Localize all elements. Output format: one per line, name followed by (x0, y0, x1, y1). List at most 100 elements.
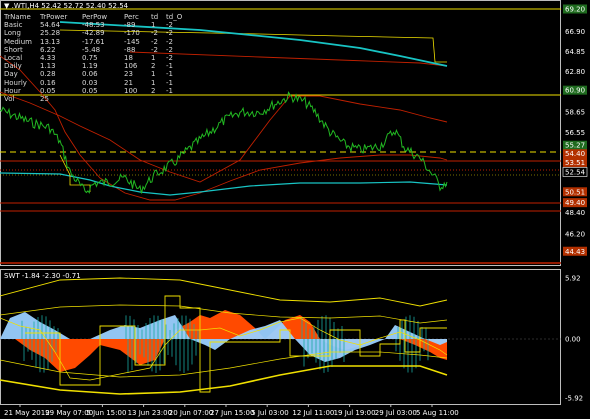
table-cell: 21 (124, 78, 133, 87)
table-cell: Local (4, 54, 23, 63)
table-column-header: PerPow (82, 13, 108, 21)
table-cell: Short (4, 45, 23, 54)
price-axis-label: 50.51 (565, 188, 585, 196)
price-axis: 69.20 66.90 64.85 62.80 60.90 58.65 56.55 55.27… (562, 4, 588, 256)
table-cell: -1 (166, 78, 173, 87)
price-axis-label: 54.40 (565, 150, 585, 158)
price-axis-label: 64.85 (565, 48, 585, 56)
table-row: Local 4.33 0.75 18 1 -2 (4, 54, 180, 62)
table-row: Vol 25 (4, 95, 180, 103)
table-cell (124, 95, 151, 103)
table-row: Medium 13.13 -17.61 -145 -2 -2 (4, 38, 180, 46)
table-cell: 25 (40, 95, 49, 104)
price-axis-label: 62.80 (565, 68, 585, 76)
table-cell: 2 (151, 86, 156, 95)
table-cell: -2 (166, 29, 173, 38)
table-cell: 54.64 (40, 21, 61, 30)
oscillator-series (0, 277, 561, 395)
time-axis-label: 12 Jul 11:00 (292, 409, 334, 417)
table-cell: Daily (4, 62, 22, 71)
table-cell: -2 (166, 21, 173, 30)
table-cell: 18 (124, 54, 133, 63)
time-axis-label: 5 Jul 03:00 (251, 409, 289, 417)
table-cell: -17.61 (82, 37, 105, 46)
table-cell: -2 (151, 45, 158, 54)
table-cell: 0.16 (40, 78, 56, 87)
table-column-header: Perc (124, 13, 139, 21)
table-column-header: td (151, 13, 159, 21)
table-cell: -2 (166, 45, 173, 54)
table-cell: 1 (151, 78, 156, 87)
table-cell: Hour (4, 86, 21, 95)
price-axis-label: 52.54 (565, 168, 586, 176)
price-axis-label: 48.40 (565, 209, 585, 217)
table-cell: 1 (151, 21, 156, 30)
table-header-row: TrName TrPower PerPow Perc td td_O (4, 13, 183, 21)
table-cell: Day (4, 70, 18, 79)
table-cell: 1.19 (82, 62, 98, 71)
symbol-label[interactable]: ▼ .WTI,H4 (4, 2, 39, 10)
time-axis-label: 5 Jun 15:00 (86, 409, 126, 417)
table-cell: 0.05 (82, 86, 98, 95)
price-series-line (0, 90, 448, 194)
price-axis-label: 55.27 (565, 142, 585, 150)
oscillator-axis-label: -5.92 (565, 395, 583, 403)
table-cell: 1.13 (40, 62, 56, 71)
table-cell: 23 (124, 70, 133, 79)
table-cell: -2 (166, 54, 173, 63)
table-cell: Basic (4, 21, 23, 30)
price-axis-label: 56.55 (565, 129, 585, 137)
trend-table: TrName TrPower PerPow Perc td td_O Basic 54.64 -… (4, 13, 183, 103)
table-cell: 13.13 (40, 37, 61, 46)
table-row: Daily 1.13 1.19 106 2 -1 (4, 62, 180, 70)
time-axis-label: 20 Jun 07:00 (169, 409, 213, 417)
chart-header: ▼ .WTI,H4 52.42 52.72 52.40 52.54 (4, 2, 128, 10)
table-cell: -89 (124, 21, 136, 30)
price-axis-label: 53.51 (565, 159, 585, 167)
table-cell: 106 (124, 62, 138, 71)
table-cell (82, 95, 124, 103)
table-row: Day 0.28 0.06 23 1 -1 (4, 70, 180, 78)
table-cell: 25.28 (40, 29, 61, 38)
table-cell: Medium (4, 37, 32, 46)
table-row: Hourly 0.16 0.03 21 1 -1 (4, 79, 180, 87)
time-axis-label: 27 Jun 15:00 (210, 409, 254, 417)
oscillator-axis-label: 0.00 (565, 336, 581, 344)
table-cell: -5.48 (82, 45, 101, 54)
table-cell: -1 (166, 86, 173, 95)
table-cell: 0.75 (82, 54, 98, 63)
table-cell: -1 (166, 62, 173, 71)
table-cell: -2 (166, 37, 173, 46)
table-cell: 0.28 (40, 70, 56, 79)
table-cell: 0.03 (82, 78, 98, 87)
table-cell: -48.53 (82, 21, 105, 30)
table-cell: Hourly (4, 78, 27, 87)
table-cell: 1 (151, 70, 156, 79)
table-cell: 1 (151, 54, 156, 63)
table-cell: 100 (124, 86, 138, 95)
table-cell: -2 (151, 37, 158, 46)
table-cell: 0.06 (82, 70, 98, 79)
price-axis-label: 44.43 (565, 248, 585, 256)
table-cell: -1 (166, 70, 173, 79)
price-axis-label: 60.90 (565, 87, 585, 95)
price-axis-label: 69.20 (565, 6, 585, 14)
price-axis-label: 49.40 (565, 199, 585, 207)
table-column-header: TrName (4, 13, 31, 21)
table-cell: -170 (124, 29, 140, 38)
time-axis-label: 5 Aug 11:00 (416, 409, 459, 417)
table-cell: 0.05 (40, 86, 56, 95)
table-cell: -42.89 (82, 29, 105, 38)
table-cell: Long (4, 29, 21, 38)
time-axis-label: 29 Jul 03:00 (375, 409, 417, 417)
oscillator-title: SWT -1.84 -2.30 -0.71 (4, 272, 81, 280)
time-axis-label: 19 Jul 19:00 (334, 409, 376, 417)
price-axis-label: 58.65 (565, 109, 585, 117)
time-axis: 21 May 201929 May 07:005 Jun 15:00 13 Jun… (4, 404, 459, 417)
time-axis-label: 21 May 2019 (4, 409, 50, 417)
oscillator-axis: 5.92 0.00 -5.92 (565, 275, 583, 403)
table-row: Long 25.28 -42.89 -170 -2 -2 (4, 29, 180, 37)
table-cell (166, 95, 180, 103)
table-column-header: TrPower (40, 13, 68, 21)
table-column-header: td_O (166, 13, 183, 21)
